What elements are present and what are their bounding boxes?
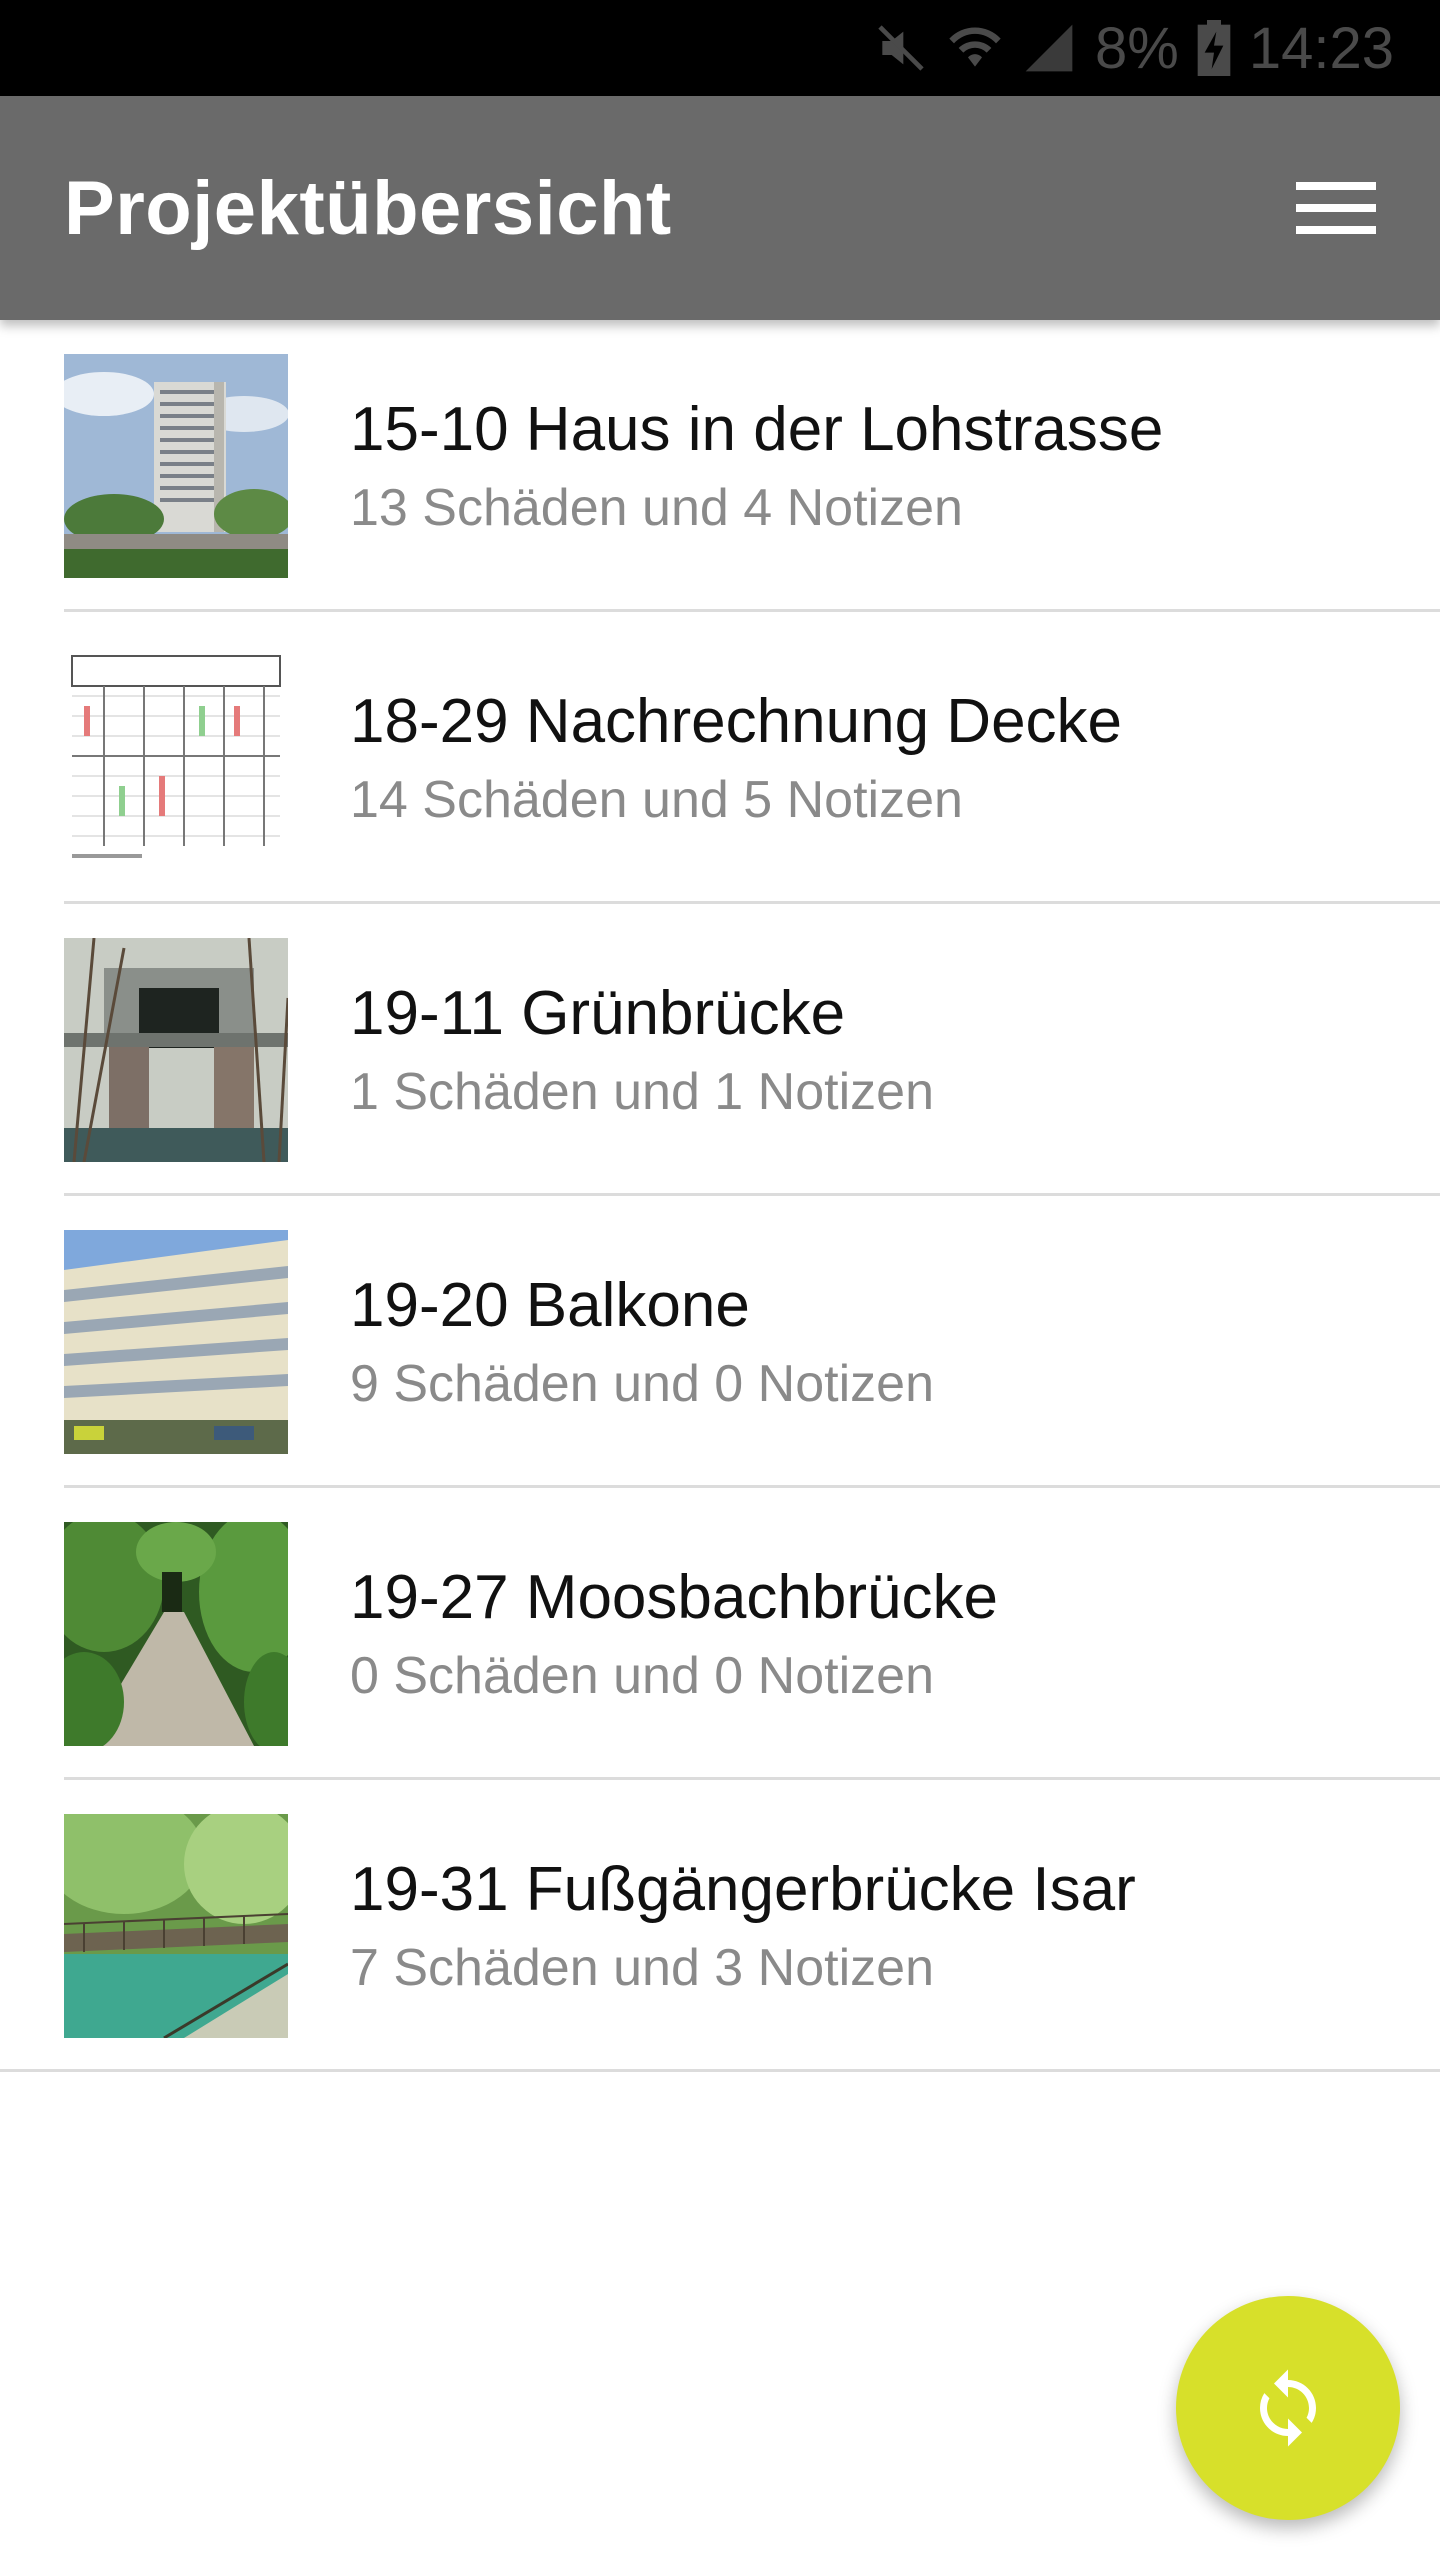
list-item[interactable]: 19-20 Balkone 9 Schäden und 0 Notizen <box>0 1196 1440 1488</box>
project-subtitle: 13 Schäden und 4 Notizen <box>350 479 963 537</box>
menu-button[interactable] <box>1288 160 1384 256</box>
project-title: 18-29 Nachrechnung Decke <box>350 687 1123 756</box>
sync-button[interactable] <box>1176 2296 1400 2520</box>
project-title: 19-20 Balkone <box>350 1271 750 1340</box>
list-item[interactable]: 19-11 Grünbrücke 1 Schäden und 1 Notizen <box>0 904 1440 1196</box>
hamburger-menu-icon <box>1296 182 1376 234</box>
project-subtitle: 9 Schäden und 0 Notizen <box>350 1355 934 1413</box>
project-subtitle: 14 Schäden und 5 Notizen <box>350 771 963 829</box>
bridge-underpass-photo <box>64 938 288 1162</box>
list-item[interactable]: 19-27 Moosbachbrücke 0 Schäden und 0 Not… <box>0 1488 1440 1780</box>
project-title: 19-31 Fußgängerbrücke Isar <box>350 1855 1136 1924</box>
app-bar: Projektübersicht <box>0 96 1440 320</box>
project-subtitle: 1 Schäden und 1 Notizen <box>350 1063 934 1121</box>
project-title: 19-27 Moosbachbrücke <box>350 1563 998 1632</box>
high-rise-building-photo <box>64 354 288 578</box>
sync-icon <box>1260 2369 1316 2447</box>
page-title: Projektübersicht <box>64 165 672 251</box>
balcony-building-photo <box>64 1230 288 1454</box>
clock: 14:23 <box>1248 15 1394 81</box>
footbridge-river-photo <box>64 1814 288 2038</box>
divider <box>0 2069 1440 2072</box>
project-subtitle: 0 Schäden und 0 Notizen <box>350 1647 934 1705</box>
screen: 8% 14:23 Projektübersicht 15-10 Haus in … <box>0 0 1440 2560</box>
wifi-icon <box>947 20 1003 76</box>
mute-icon <box>873 20 929 76</box>
project-list: 15-10 Haus in der Lohstrasse 13 Schäden … <box>0 320 1440 2072</box>
project-title: 19-11 Grünbrücke <box>350 979 846 1048</box>
forest-path-photo <box>64 1522 288 1746</box>
status-bar: 8% 14:23 <box>0 0 1440 96</box>
list-item[interactable]: 18-29 Nachrechnung Decke 14 Schäden und … <box>0 612 1440 904</box>
project-title: 15-10 Haus in der Lohstrasse <box>350 395 1164 464</box>
battery-percent: 8% <box>1095 15 1179 81</box>
floor-plan-drawing <box>64 646 288 870</box>
list-item[interactable]: 19-31 Fußgängerbrücke Isar 7 Schäden und… <box>0 1780 1440 2072</box>
project-subtitle: 7 Schäden und 3 Notizen <box>350 1939 934 1997</box>
signal-icon <box>1021 20 1077 76</box>
list-item[interactable]: 15-10 Haus in der Lohstrasse 13 Schäden … <box>0 320 1440 612</box>
battery-charging-icon <box>1197 20 1231 76</box>
